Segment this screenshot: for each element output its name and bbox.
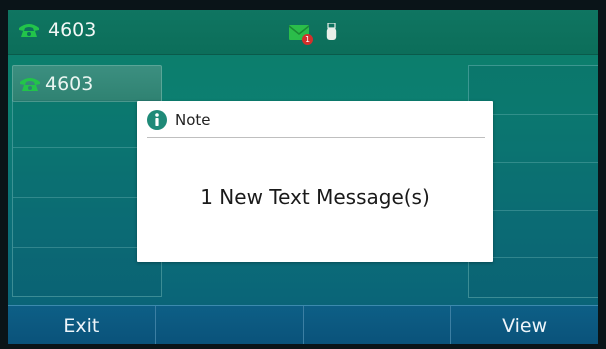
softkey-exit[interactable]: Exit	[8, 306, 156, 344]
phone-handset-icon	[19, 24, 39, 37]
account-label: 4603	[48, 19, 97, 41]
usb-icon	[326, 23, 337, 40]
softkey-3[interactable]	[304, 306, 452, 344]
softkey-view[interactable]: View	[451, 306, 598, 344]
phone-handset-icon	[20, 77, 40, 91]
line-key-label: 4603	[45, 72, 94, 95]
softkey-bar: Exit View	[8, 305, 598, 344]
dialog-title: Note	[175, 111, 211, 129]
phone-screen: 4603 1 4603 Exit View Note 1 New Text Me…	[8, 10, 598, 344]
note-dialog: Note 1 New Text Message(s)	[137, 101, 493, 262]
status-bar: 4603 1	[8, 10, 598, 55]
unread-message-badge: 1	[302, 34, 313, 45]
dialog-divider	[147, 137, 485, 138]
softkey-2[interactable]	[156, 306, 304, 344]
line-key-1[interactable]: 4603	[12, 65, 162, 102]
info-icon	[147, 110, 167, 130]
account-indicator: 4603	[18, 19, 96, 41]
dialog-message: 1 New Text Message(s)	[200, 185, 430, 209]
dialog-header: Note	[147, 110, 211, 130]
